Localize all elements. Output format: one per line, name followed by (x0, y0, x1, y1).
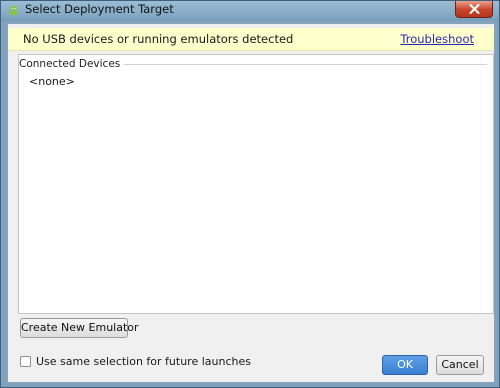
close-button[interactable] (455, 1, 493, 18)
remember-selection-label[interactable]: Use same selection for future launches (36, 355, 251, 368)
window-title: Select Deployment Target (25, 2, 174, 16)
section-divider (99, 64, 487, 65)
ok-button[interactable]: OK (382, 355, 428, 375)
connected-devices-heading: Connected Devices (19, 58, 125, 70)
connected-devices-panel: Connected Devices <none> (18, 54, 494, 314)
warning-banner: No USB devices or running emulators dete… (8, 28, 494, 51)
deployment-dialog: Select Deployment Target No USB devices … (0, 0, 500, 388)
warning-message: No USB devices or running emulators dete… (23, 32, 294, 46)
troubleshoot-link[interactable]: Troubleshoot (400, 32, 474, 46)
create-new-emulator-button[interactable]: Create New Emulator (20, 318, 139, 338)
cancel-button[interactable]: Cancel (436, 355, 484, 375)
remember-selection-checkbox[interactable] (20, 356, 31, 367)
android-icon (9, 4, 18, 15)
device-list-item: <none> (29, 75, 75, 88)
dialog-content: No USB devices or running emulators dete… (7, 23, 495, 383)
title-bar[interactable]: Select Deployment Target (1, 1, 499, 19)
close-icon (469, 4, 480, 14)
